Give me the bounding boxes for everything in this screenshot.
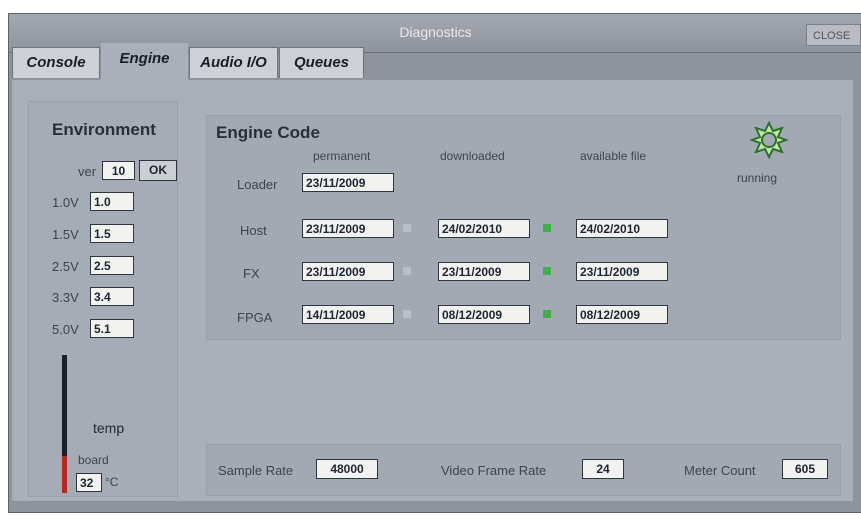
board-temp-value: 32	[76, 473, 102, 492]
column-header-permanent: permanent	[313, 149, 371, 163]
fpga-match-indicator	[543, 310, 551, 318]
video-frame-rate-label: Video Frame Rate	[441, 463, 547, 478]
engine-status-label: running	[737, 171, 778, 185]
host-permanent-date: 23/11/2009	[302, 219, 394, 238]
voltage-value-1v5: 1.5	[90, 224, 134, 243]
host-available-date: 24/02/2010	[576, 219, 668, 238]
fpga-available-date: 08/12/2009	[576, 305, 668, 324]
voltage-value-2v5: 2.5	[90, 256, 134, 275]
ver-value: 10	[102, 161, 135, 180]
row-label-loader: Loader	[237, 177, 278, 192]
fx-permanent-date: 23/11/2009	[302, 262, 394, 281]
running-spinner-icon	[749, 120, 789, 160]
tab-console[interactable]: Console	[12, 47, 100, 78]
host-downloaded-date: 24/02/2010	[438, 219, 530, 238]
voltage-value-3v3: 3.4	[90, 287, 134, 306]
temperature-gauge-fill	[62, 455, 67, 493]
column-header-downloaded: downloaded	[440, 149, 505, 163]
ver-status-badge: OK	[139, 160, 177, 181]
voltage-label-5v0: 5.0V	[52, 322, 79, 337]
sample-rate-label: Sample Rate	[218, 463, 294, 478]
engine-code-heading: Engine Code	[216, 123, 320, 142]
column-header-available-file: available file	[580, 149, 647, 163]
window-title: Diagnostics	[399, 24, 472, 40]
fx-downloaded-date: 23/11/2009	[438, 262, 530, 281]
temp-label: temp	[93, 420, 125, 436]
host-compare-indicator	[403, 224, 411, 232]
fx-compare-indicator	[403, 267, 411, 275]
fx-match-indicator	[543, 267, 551, 275]
fpga-downloaded-date: 08/12/2009	[438, 305, 530, 324]
fpga-permanent-date: 14/11/2009	[302, 305, 394, 324]
voltage-value-5v0: 5.1	[90, 319, 134, 338]
row-label-fpga: FPGA	[237, 310, 273, 325]
close-button[interactable]: CLOSE	[806, 24, 861, 46]
voltage-label-1v0: 1.0V	[52, 195, 79, 210]
ver-label: ver	[78, 164, 97, 179]
voltage-value-1v0: 1.0	[90, 192, 134, 211]
temperature-gauge	[62, 355, 67, 493]
voltage-label-2v5: 2.5V	[52, 259, 79, 274]
host-match-indicator	[543, 224, 551, 232]
temp-unit: °C	[105, 475, 119, 489]
voltage-label-1v5: 1.5V	[52, 227, 79, 242]
fx-available-date: 23/11/2009	[576, 262, 668, 281]
tab-queues[interactable]: Queues	[279, 47, 364, 78]
tab-audio-io[interactable]: Audio I/O	[189, 47, 278, 78]
loader-permanent-date: 23/11/2009	[302, 173, 394, 192]
fpga-compare-indicator	[403, 310, 411, 318]
board-label: board	[78, 453, 109, 467]
video-frame-rate-value: 24	[582, 459, 624, 479]
sample-rate-value: 48000	[316, 459, 378, 479]
meter-count-value: 605	[782, 459, 828, 479]
row-label-fx: FX	[243, 266, 260, 281]
meter-count-label: Meter Count	[684, 463, 756, 478]
voltage-label-3v3: 3.3V	[52, 290, 79, 305]
tab-engine[interactable]: Engine	[101, 43, 188, 80]
row-label-host: Host	[240, 223, 267, 238]
environment-heading: Environment	[52, 120, 156, 139]
